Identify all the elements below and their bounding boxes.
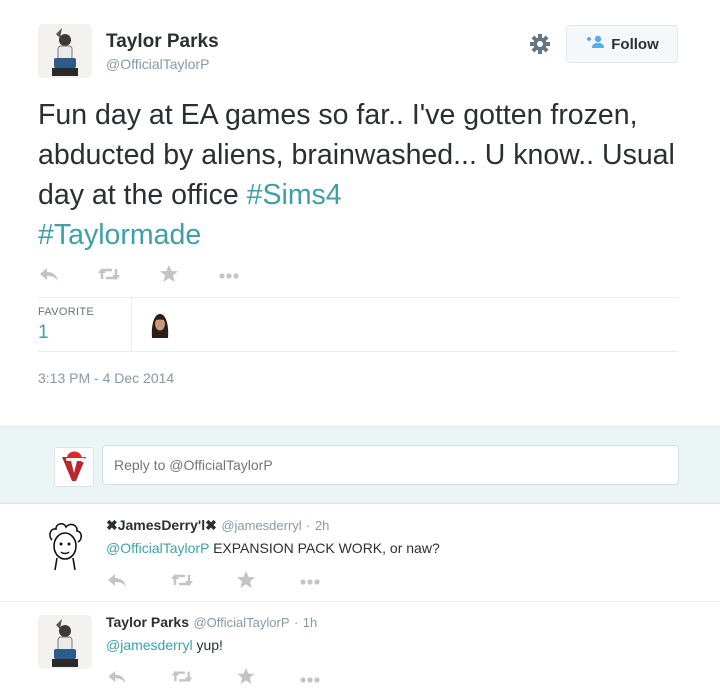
favorite-star-icon[interactable] [236,570,258,588]
reply-divider-1 [0,502,720,503]
tweet-timestamp[interactable]: 3:13 PM - 4 Dec 2014 [38,370,174,386]
tweet-text-body: Fun day at EA games so far.. I've gotten… [38,99,675,211]
follow-label: Follow [611,35,659,53]
tweet-text: Fun day at EA games so far.. I've gotten… [38,95,678,255]
current-user-avatar [54,447,94,487]
reply-2-body: yup! [192,637,223,653]
follow-user-icon [585,35,605,53]
reply-1-handle[interactable]: @jamesderryl [221,518,301,533]
reply-2-handle[interactable]: @OfficialTaylorP [193,615,289,630]
more-icon[interactable] [299,672,321,690]
favoriter-avatar[interactable] [149,311,171,339]
stats-divider-top [38,297,679,298]
reply-1-time[interactable]: 2h [315,518,329,533]
reply-icon[interactable] [38,265,60,283]
author-avatar[interactable] [38,24,92,78]
reply-input[interactable] [102,445,679,485]
reply-2-separator: · [293,615,299,630]
reply-1-body: EXPANSION PACK WORK, or naw? [209,540,440,556]
favorite-label: FAVORITE [38,306,94,318]
reply-icon[interactable] [106,571,128,589]
reply-1-mention[interactable]: @OfficialTaylorP [106,540,209,556]
retweet-icon[interactable] [97,265,120,283]
author-screen-name[interactable]: @OfficialTaylorP [106,56,209,72]
reply-2-name[interactable]: Taylor Parks [106,614,189,630]
reply-divider-2 [0,601,720,602]
more-icon[interactable] [299,574,321,592]
stats-divider-bottom [38,351,679,352]
hashtag-sims4[interactable]: #Sims4 [247,179,342,211]
stats-separator [131,297,132,351]
retweet-icon[interactable] [170,571,193,589]
follow-button[interactable]: Follow [566,25,678,63]
reply-icon[interactable] [106,668,128,686]
retweet-icon[interactable] [170,668,193,686]
reply-2-text: @jamesderryl yup! [106,637,223,653]
more-icon[interactable] [218,268,240,286]
author-display-name[interactable]: Taylor Parks [106,31,219,53]
reply-2-mention[interactable]: @jamesderryl [106,637,193,653]
reply-1-name[interactable]: ✖JamesDerry'l✖ [106,517,217,533]
gear-icon[interactable] [529,33,551,55]
reply-2-avatar[interactable] [38,615,92,669]
reply-1-avatar[interactable] [38,518,92,572]
favorite-star-icon[interactable] [236,667,258,685]
favorite-count[interactable]: 1 [38,322,49,344]
reply-1-separator: · [306,518,311,533]
reply-1-header: ✖JamesDerry'l✖ @jamesderryl · 2h [106,517,329,535]
reply-2-header: Taylor Parks @OfficialTaylorP · 1h [106,614,317,632]
favorite-star-icon[interactable] [159,264,181,282]
reply-1-text: @OfficialTaylorP EXPANSION PACK WORK, or… [106,540,440,556]
hashtag-taylormade[interactable]: #Taylormade [38,219,201,251]
reply-2-time[interactable]: 1h [303,615,317,630]
